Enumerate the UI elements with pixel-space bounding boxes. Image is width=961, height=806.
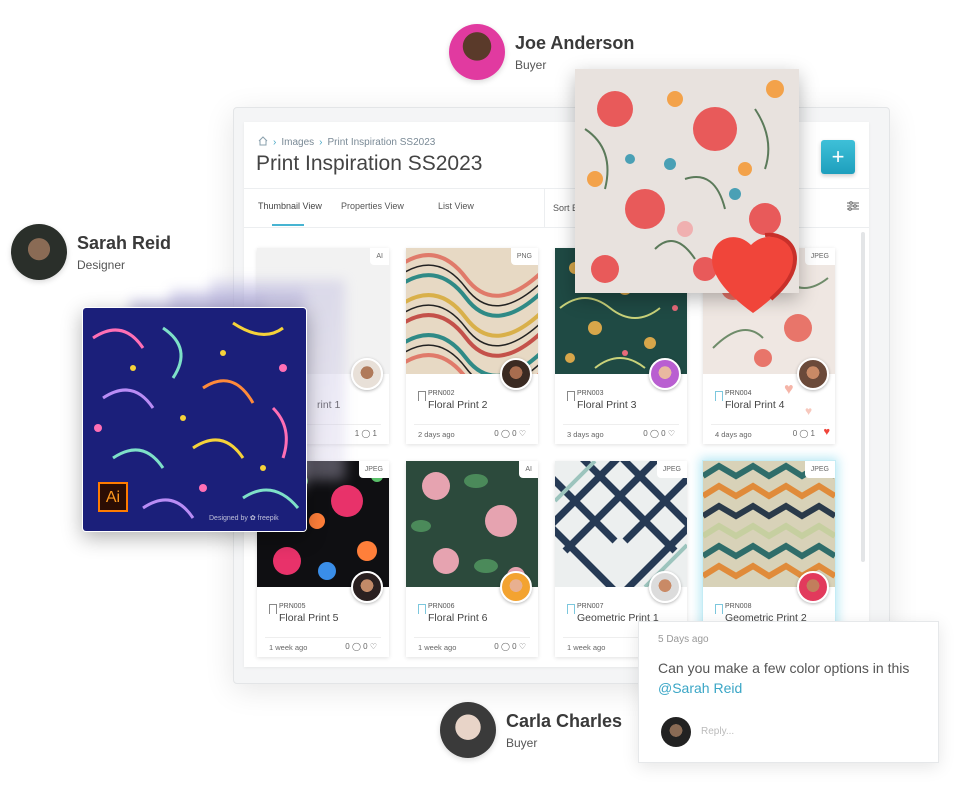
image-credit: Designed by ✿ freepik: [209, 515, 279, 522]
print-code: PRN006: [428, 603, 455, 610]
person-name: Carla Charles: [506, 710, 623, 731]
avatar: [351, 571, 383, 603]
bookmark-icon[interactable]: [567, 604, 575, 614]
print-code: PRN002: [428, 390, 455, 397]
avatar: [11, 224, 67, 280]
print-title: Floral Print 2: [428, 399, 488, 411]
print-thumbnail: [703, 461, 835, 587]
filter-settings-icon[interactable]: [847, 201, 859, 214]
heart-icon: ♥: [784, 381, 794, 398]
divider: [265, 637, 381, 638]
divider: [563, 424, 679, 425]
breadcrumb-root[interactable]: Images: [281, 137, 314, 148]
add-button[interactable]: +: [821, 140, 855, 174]
chevron-right-icon: ›: [273, 137, 277, 148]
avatar: [351, 358, 383, 390]
print-thumbnail: [555, 461, 687, 587]
file-type-badge: JPEG: [358, 461, 389, 478]
tab-thumbnail-view[interactable]: Thumbnail View: [258, 201, 322, 211]
person-name: Sarah Reid: [77, 232, 172, 253]
bookmark-icon[interactable]: [715, 604, 723, 614]
file-type-badge: JPEG: [804, 248, 835, 265]
comment-popup: 5 Days ago Can you make a few color opti…: [638, 621, 939, 763]
comment-timestamp: 5 Days ago: [658, 634, 709, 645]
card-age: 1 week ago: [567, 643, 606, 652]
print-code: PRN008: [725, 603, 752, 610]
avatar: [797, 358, 829, 390]
heart-icon[interactable]: ♥: [823, 426, 830, 438]
print-title: Floral Print 6: [428, 612, 488, 624]
avatar: [449, 24, 505, 80]
tab-properties-view[interactable]: Properties View: [341, 201, 404, 211]
comment-text: Can you make a few color options in this: [658, 660, 910, 676]
file-type-badge: AI: [519, 461, 538, 478]
avatar: [500, 571, 532, 603]
person-role: Buyer: [506, 735, 538, 750]
card-stats: 0 ◯ 0 ♡: [494, 429, 526, 438]
heart-icon: ♥: [805, 404, 813, 418]
card-age: 3 days ago: [567, 430, 604, 439]
print-code: PRN003: [577, 390, 604, 397]
print-code: PRN005: [279, 603, 306, 610]
card-stats: 0 ◯ 0 ♡: [345, 642, 377, 651]
bookmark-icon[interactable]: [418, 391, 426, 401]
home-icon[interactable]: [258, 136, 268, 149]
card-stats: 0 ◯ 1: [792, 429, 815, 438]
card-age: 1 week ago: [418, 643, 457, 652]
card-stats: 1 ◯ 1: [354, 429, 377, 438]
card-age: 2 days ago: [418, 430, 455, 439]
avatar: [797, 571, 829, 603]
card-age: 4 days ago: [715, 430, 752, 439]
illustrator-logo: Ai: [98, 482, 128, 512]
print-card[interactable]: AI PRN006 Floral Print 6 1 week ago 0 ◯ …: [406, 461, 538, 657]
illustrator-artwork[interactable]: Ai Designed by ✿ freepik: [82, 307, 307, 532]
tab-list-view[interactable]: List View: [438, 201, 474, 211]
person-sarah-reid: Sarah Reid Designer: [11, 224, 171, 280]
card-stats: 0 ◯ 0 ♡: [643, 429, 675, 438]
avatar: [649, 571, 681, 603]
file-type-badge: PNG: [510, 248, 538, 265]
avatar: [500, 358, 532, 390]
print-title: Floral Print 4: [725, 399, 785, 411]
card-stats: 0 ◯ 0 ♡: [494, 642, 526, 651]
breadcrumb: › Images › Print Inspiration SS2023: [258, 136, 435, 149]
person-role: Designer: [77, 257, 126, 272]
print-card[interactable]: PNG PRN002 Floral Print 2 2 days ago 0 ◯…: [406, 248, 538, 444]
bookmark-icon[interactable]: [269, 604, 277, 614]
avatar: [649, 358, 681, 390]
reply-input[interactable]: Reply...: [701, 726, 734, 737]
breadcrumb-current: Print Inspiration SS2023: [327, 137, 436, 148]
mention-link[interactable]: @Sarah Reid: [658, 678, 928, 698]
page-title: Print Inspiration SS2023: [256, 152, 483, 175]
divider: [414, 637, 530, 638]
avatar: [661, 717, 691, 747]
scrollbar[interactable]: [861, 232, 865, 562]
bookmark-icon[interactable]: [567, 391, 575, 401]
print-thumbnail: [406, 248, 538, 374]
file-type-badge: JPEG: [804, 461, 835, 478]
print-code: PRN007: [577, 603, 604, 610]
person-name: Joe Anderson: [515, 32, 635, 53]
print-code: PRN004: [725, 390, 752, 397]
chevron-right-icon: ›: [319, 137, 323, 148]
heart-icon[interactable]: [707, 229, 799, 317]
avatar: [440, 702, 496, 758]
divider: [711, 424, 827, 425]
file-type-badge: AI: [370, 248, 389, 265]
comment-message: Can you make a few color options in this…: [658, 658, 928, 698]
card-age: 1 week ago: [269, 643, 308, 652]
print-title: Floral Print 3: [577, 399, 637, 411]
print-thumbnail: [406, 461, 538, 587]
bookmark-icon[interactable]: [418, 604, 426, 614]
file-type-badge: JPEG: [656, 461, 687, 478]
active-tab-indicator: [272, 224, 304, 226]
print-title: Floral Print 5: [279, 612, 339, 624]
divider: [414, 424, 530, 425]
person-carla-charles: Carla Charles Buyer: [440, 702, 622, 758]
bookmark-icon[interactable]: [715, 391, 723, 401]
